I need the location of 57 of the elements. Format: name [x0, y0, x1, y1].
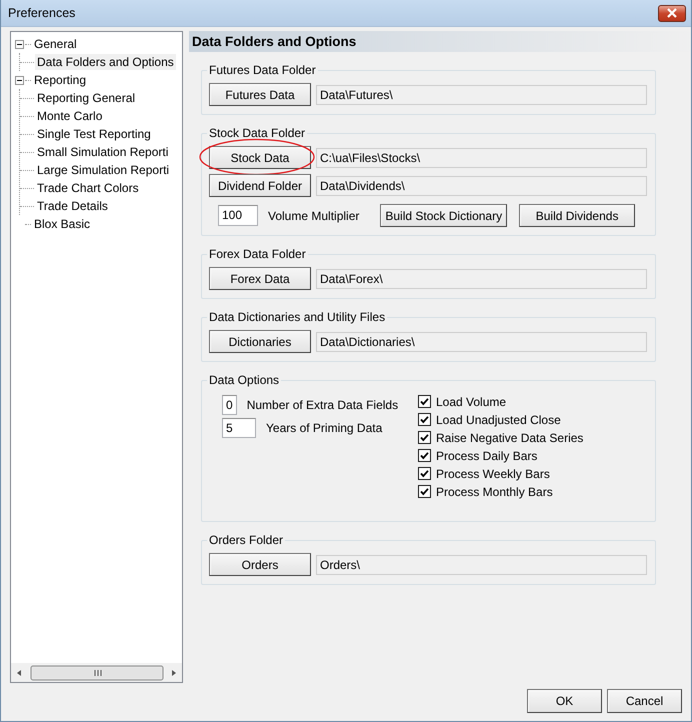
multiplier-field[interactable]: 100	[218, 205, 258, 226]
path-field[interactable]: Data\Forex\	[316, 268, 648, 288]
field-label: Volume Multiplier	[268, 208, 360, 222]
tree-item[interactable]: Large Simulation Reporti	[35, 162, 172, 178]
checkbox[interactable]	[418, 467, 431, 480]
path-field[interactable]: Orders\	[316, 554, 648, 574]
tree-item[interactable]: Single Test Reporting	[35, 126, 153, 142]
checkbox-label: Process Weekly Bars	[436, 466, 550, 480]
tree-item[interactable]: Small Simulation Reporti	[35, 144, 170, 160]
checkbox[interactable]	[418, 413, 431, 426]
path-field[interactable]: Data\Dividends\	[316, 176, 648, 196]
group-title: Orders Folder	[208, 533, 284, 547]
checkbox-label: Process Monthly Bars	[436, 484, 553, 498]
number-field[interactable]: 5	[222, 418, 256, 438]
collapse-icon[interactable]	[15, 76, 24, 84]
checkbox[interactable]	[418, 449, 431, 462]
checkbox-label: Load Volume	[436, 394, 506, 408]
path-field[interactable]: Data\Futures\	[316, 84, 648, 104]
tree-item[interactable]: Trade Chart Colors	[35, 180, 141, 196]
group-title: Data Dictionaries and Utility Files	[208, 310, 386, 324]
build-button[interactable]: Build Stock Dictionary	[380, 204, 508, 227]
close-button[interactable]	[658, 4, 686, 22]
horizontal-scrollbar[interactable]	[11, 663, 182, 682]
folder-button[interactable]: Forex Data	[209, 267, 311, 290]
tree-item[interactable]: Blox Basic	[32, 216, 92, 232]
folder-button[interactable]: Dictionaries	[209, 330, 311, 353]
build-button[interactable]: Build Dividends	[519, 204, 636, 227]
dialog-button[interactable]: Cancel	[607, 689, 682, 713]
dialog-button[interactable]: OK	[527, 689, 602, 713]
path-field[interactable]: Data\Dictionaries\	[316, 332, 648, 352]
tree-item[interactable]: Data Folders and Options	[35, 54, 176, 70]
group-title: Data Options	[208, 373, 280, 387]
checkbox[interactable]	[418, 431, 431, 444]
group-title: Futures Data Folder	[208, 63, 317, 77]
tree-item[interactable]: Reporting	[32, 72, 88, 88]
checkbox-label: Load Unadjusted Close	[436, 412, 561, 426]
checkbox-label: Raise Negative Data Series	[436, 430, 584, 444]
folder-button[interactable]: Futures Data	[209, 83, 311, 106]
group-title: Forex Data Folder	[208, 247, 307, 261]
window-title: Preferences	[8, 6, 76, 20]
tree-item[interactable]: Monte Carlo	[35, 108, 104, 124]
field-label: Number of Extra Data Fields	[246, 398, 398, 412]
field-label: Years of Priming Data	[266, 421, 382, 435]
close-icon	[666, 8, 678, 18]
folder-button[interactable]: Orders	[209, 553, 311, 576]
group-title: Stock Data Folder	[208, 126, 306, 140]
collapse-icon[interactable]	[15, 40, 24, 48]
tree-item[interactable]: Trade Details	[35, 198, 110, 214]
checkbox[interactable]	[418, 395, 431, 408]
tree-item[interactable]: General	[32, 36, 79, 52]
number-field[interactable]: 0	[222, 395, 237, 415]
checkbox[interactable]	[418, 485, 431, 498]
checkbox-label: Process Daily Bars	[436, 448, 538, 462]
folder-button[interactable]: Dividend Folder	[209, 174, 311, 197]
folder-button[interactable]: Stock Data	[209, 146, 311, 169]
path-field[interactable]: C:\ua\Files\Stocks\	[316, 148, 648, 168]
tree-item[interactable]: Reporting General	[35, 90, 138, 106]
